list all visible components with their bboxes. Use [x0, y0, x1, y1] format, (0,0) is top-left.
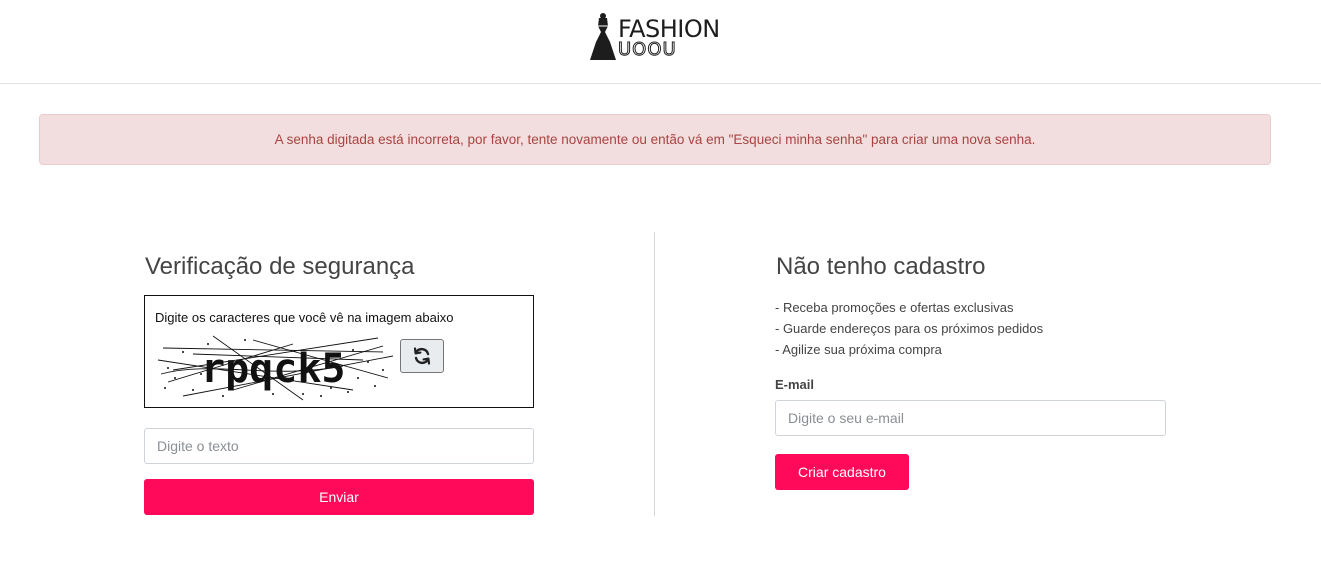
register-title: Não tenho cadastro: [776, 253, 986, 280]
captcha-image: rpqck5: [157, 335, 393, 401]
captcha-text: rpqck5: [201, 346, 346, 392]
create-account-button[interactable]: Criar cadastro: [775, 454, 909, 490]
captcha-input[interactable]: [144, 428, 534, 464]
email-label: E-mail: [775, 377, 815, 392]
logo[interactable]: FASHION UOOU: [588, 12, 728, 66]
refresh-captcha-button[interactable]: [400, 339, 444, 373]
email-input[interactable]: [775, 400, 1166, 436]
error-alert-message: A senha digitada está incorreta, por fav…: [274, 132, 1036, 147]
submit-captcha-button[interactable]: Enviar: [144, 479, 534, 515]
dress-icon: [590, 13, 616, 60]
error-alert: A senha digitada está incorreta, por fav…: [39, 114, 1271, 165]
captcha-box: Digite os caracteres que você vê na imag…: [144, 295, 534, 408]
benefit-item: - Agilize sua próxima compra: [775, 342, 942, 357]
site-header: FASHION UOOU: [0, 0, 1321, 84]
benefits-list: - Receba promoções e ofertas exclusivas …: [775, 297, 1043, 360]
column-divider: [654, 232, 655, 516]
verification-title: Verificação de segurança: [145, 253, 415, 280]
logo-text-uoou: UOOU: [618, 39, 677, 60]
captcha-instruction: Digite os caracteres que você vê na imag…: [155, 310, 454, 325]
benefit-item: - Receba promoções e ofertas exclusivas: [775, 300, 1014, 315]
refresh-icon: [413, 347, 431, 365]
benefit-item: - Guarde endereços para os próximos pedi…: [775, 321, 1044, 336]
